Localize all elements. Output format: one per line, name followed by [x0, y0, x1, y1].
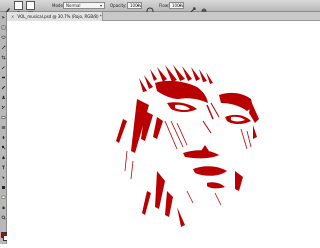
pressure-size-icon[interactable]	[199, 1, 209, 14]
hand-tool-icon[interactable]	[1, 205, 6, 210]
document-tab-title: VOL_musical.psd @ 30.7% (Rojo, RGB/8) *	[17, 14, 102, 19]
crop-tool-icon[interactable]	[1, 55, 6, 60]
zoom-tool-icon[interactable]	[1, 215, 6, 220]
path-select-icon[interactable]	[1, 175, 6, 180]
brush-size-picker[interactable]	[14, 1, 23, 15]
brush-preset-icon[interactable]	[2, 1, 12, 15]
flow-input[interactable]: 100%	[169, 2, 184, 9]
eraser-icon[interactable]	[1, 115, 6, 120]
lasso-tool-icon[interactable]	[1, 35, 6, 40]
dodge-icon[interactable]	[1, 145, 6, 150]
brush-tool-icon[interactable]	[1, 85, 6, 90]
type-tool-icon[interactable]	[1, 165, 6, 170]
brush-panel-toggle[interactable]	[26, 1, 35, 16]
notes-icon[interactable]	[1, 195, 6, 200]
document-tab-bar: × VOL_musical.psd @ 30.7% (Rojo, RGB/8) *	[7, 12, 320, 21]
healing-brush-icon[interactable]	[1, 75, 6, 80]
move-tool-icon[interactable]	[1, 15, 6, 20]
shape-tool-icon[interactable]	[1, 185, 6, 190]
airbrush-icon[interactable]	[187, 1, 197, 15]
magic-wand-icon[interactable]	[1, 45, 6, 50]
mode-dropdown[interactable]: Normal	[63, 2, 105, 9]
document-tab[interactable]: × VOL_musical.psd @ 30.7% (Rojo, RGB/8) *	[7, 12, 103, 21]
opacity-label: Opacity:	[110, 3, 127, 8]
options-bar: Mode: Normal Opacity: 100% Flow: 100%	[0, 0, 320, 16]
history-brush-icon[interactable]	[1, 105, 6, 110]
artwork-red-face-sketch	[116, 65, 259, 227]
pressure-opacity-icon[interactable]	[145, 1, 155, 15]
close-tab-icon[interactable]: ×	[11, 12, 14, 21]
document-canvas[interactable]	[7, 21, 320, 244]
flow-label: Flow:	[159, 3, 170, 8]
opacity-input[interactable]: 100%	[127, 2, 142, 9]
toolbox	[0, 12, 9, 244]
clone-stamp-icon[interactable]	[1, 95, 6, 100]
gradient-icon[interactable]	[1, 125, 6, 130]
marquee-tool-icon[interactable]	[1, 25, 6, 30]
pen-icon[interactable]	[1, 155, 6, 160]
blur-icon[interactable]	[1, 135, 6, 140]
eyedropper-icon[interactable]	[1, 65, 6, 70]
